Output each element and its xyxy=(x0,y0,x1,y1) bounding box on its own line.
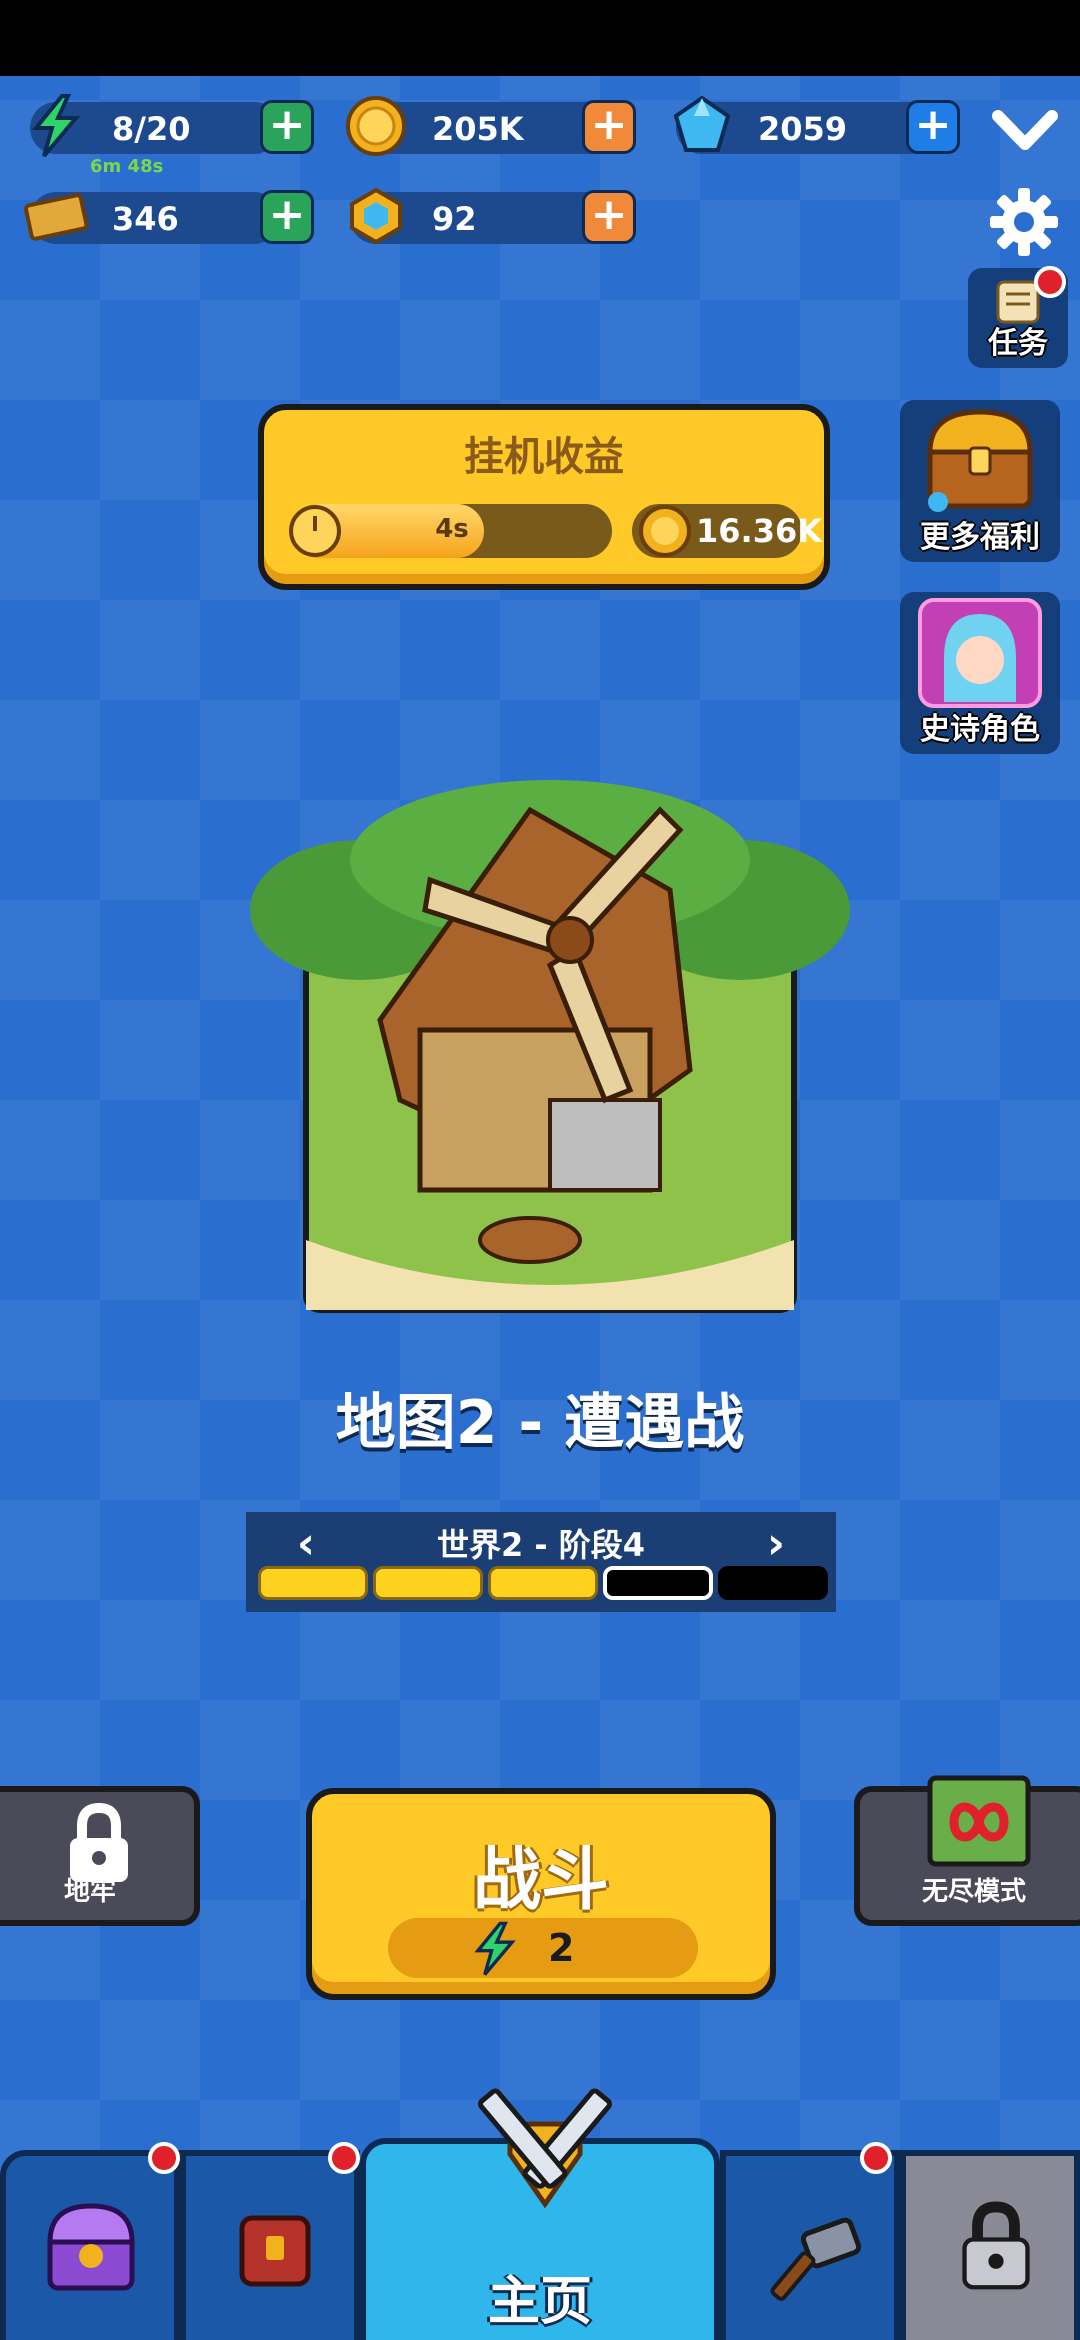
token-counter: 92 + xyxy=(350,187,636,245)
gold-counter: 205K + xyxy=(346,96,636,156)
energy-timer: 6m 48s xyxy=(90,156,164,177)
lock-icon xyxy=(962,2201,1030,2290)
chevron-down-icon[interactable] xyxy=(990,100,1060,160)
next-stage-button[interactable]: › xyxy=(756,1518,796,1569)
add-gems-button[interactable]: + xyxy=(906,100,960,154)
battle-button[interactable]: 战斗 2 xyxy=(306,1788,776,2000)
gift-chest-icon xyxy=(47,2203,135,2291)
nav-tab-home[interactable]: 主页 xyxy=(360,2088,720,2340)
hammer-icon xyxy=(770,2217,862,2301)
battle-energy-cost: 2 xyxy=(388,1918,698,1978)
stage-segment-2 xyxy=(373,1566,483,1600)
endless-mode-label: 无尽模式 xyxy=(921,1877,1026,1907)
dungeon-label: 地牢 xyxy=(63,1877,116,1907)
gear-icon[interactable] xyxy=(988,186,1060,258)
ticket-value: 346 xyxy=(112,200,179,238)
tasks-label: 任务 xyxy=(988,326,1048,361)
hex-token-icon xyxy=(350,187,402,245)
tasks-button[interactable]: 任务 xyxy=(968,266,1068,368)
add-energy-button[interactable]: + xyxy=(260,100,314,154)
more-benefits-button[interactable]: 更多福利 xyxy=(900,400,1060,562)
map-infinity-icon xyxy=(927,1775,1031,1867)
idle-earnings-title: 挂机收益 xyxy=(464,434,624,480)
hero-portrait-icon xyxy=(918,598,1042,708)
lightning-icon xyxy=(474,1921,516,1976)
coin-icon xyxy=(639,505,691,557)
idle-earnings-panel[interactable]: 挂机收益 4s 16.36K xyxy=(258,404,830,590)
epic-hero-button[interactable]: 史诗角色 xyxy=(900,592,1060,754)
gem-counter: 2059 + xyxy=(673,95,960,154)
token-value: 92 xyxy=(432,200,477,238)
gold-value: 205K xyxy=(432,110,524,148)
endless-mode-button[interactable]: 无尽模式 xyxy=(854,1775,1080,1926)
add-gold-button[interactable]: + xyxy=(582,100,636,154)
status-bar xyxy=(0,0,1080,76)
stage-selector: ‹ 世界2 - 阶段4 › xyxy=(246,1512,836,1612)
nav-tab-inventory[interactable] xyxy=(180,2150,360,2340)
idle-reward-value: 16.36K xyxy=(696,512,823,550)
coin-icon xyxy=(346,96,406,156)
add-tickets-button[interactable]: + xyxy=(260,190,314,244)
battle-label: 战斗 xyxy=(472,1841,609,1920)
stage-segment-1 xyxy=(258,1566,368,1600)
backpack-icon xyxy=(239,2215,311,2287)
energy-counter: 8/20 + xyxy=(30,94,314,158)
nav-tab-forge[interactable] xyxy=(720,2150,900,2340)
nav-tab-locked[interactable] xyxy=(900,2150,1080,2340)
battle-cost-value: 2 xyxy=(548,1926,575,1970)
lightning-icon xyxy=(31,94,81,158)
notification-dot xyxy=(328,2142,360,2174)
nav-tab-shop[interactable] xyxy=(0,2150,180,2340)
notification-dot xyxy=(148,2142,180,2174)
ticket-icon xyxy=(24,193,89,241)
ticket-counter: 346 + xyxy=(24,190,314,244)
epic-hero-label: 史诗角色 xyxy=(920,712,1040,747)
notification-dot xyxy=(1034,266,1066,298)
energy-value: 8/20 xyxy=(112,110,191,148)
gem-value: 2059 xyxy=(758,110,848,148)
stage-segment-4 xyxy=(603,1566,713,1600)
add-tokens-button[interactable]: + xyxy=(582,190,636,244)
more-benefits-label: 更多福利 xyxy=(920,520,1040,555)
dungeon-button[interactable]: 地牢 xyxy=(0,1786,200,1926)
notification-dot xyxy=(860,2142,892,2174)
stage-label: 世界2 - 阶段4 xyxy=(436,1526,646,1564)
gem-icon xyxy=(673,95,731,152)
stopwatch-icon xyxy=(289,505,341,557)
treasure-chest-icon xyxy=(927,409,1033,512)
map-windmill-illustration[interactable] xyxy=(230,770,870,1330)
crossed-swords-icon xyxy=(478,2088,612,2209)
stage-segment-3 xyxy=(488,1566,598,1600)
stage-segment-5 xyxy=(718,1566,828,1600)
idle-reward: 16.36K xyxy=(632,504,822,558)
nav-home-label: 主页 xyxy=(487,2272,592,2332)
map-title: 地图2 - 遭遇战 xyxy=(335,1388,745,1458)
